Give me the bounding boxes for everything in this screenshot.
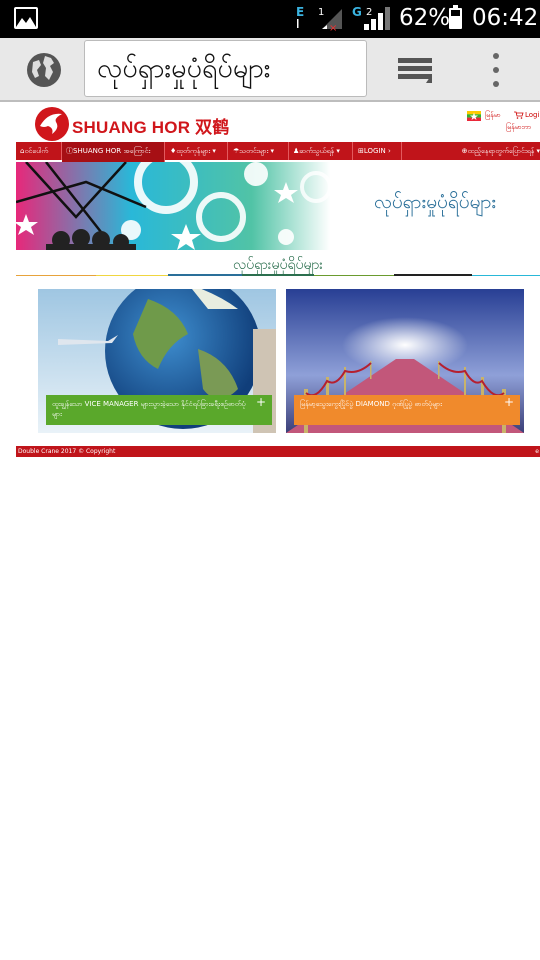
nav-label: ဝင်ပေါက် xyxy=(24,147,49,155)
logo-text: SHUANG HOR 双鹤 xyxy=(72,118,230,137)
login-link[interactable]: Login xyxy=(525,111,540,119)
svg-text:×: × xyxy=(329,23,337,33)
footer-link[interactable]: e xyxy=(535,446,539,457)
url-text: လုပ်ရှားမှုပုံရိပ်များ xyxy=(97,53,271,84)
cart-icon[interactable] xyxy=(514,111,524,119)
chevron-right-icon: › xyxy=(388,147,391,155)
signal-sim2-icon: G 2 xyxy=(352,5,390,30)
nav-label: LOGIN xyxy=(363,147,386,155)
nav-item-news[interactable]: ☂သတင်းများ ▾ xyxy=(229,142,289,160)
site-logo[interactable]: SHUANG HOR 双鹤 xyxy=(34,106,234,144)
web-page: SHUANG HOR 双鹤 မြန်မာ Login မြန်မာဘာ ⌂ဝင်… xyxy=(16,104,540,464)
sim1-label: 1 xyxy=(318,7,324,18)
nav-label: ဆက်သွယ်ရန် xyxy=(299,147,335,155)
globe-icon[interactable] xyxy=(24,50,64,90)
gallery-card-travel[interactable]: ထူးချွန်သော VICE MANAGER များသွားခဲ့သော … xyxy=(38,289,276,433)
chevron-down-icon: ▾ xyxy=(270,147,275,155)
section-divider xyxy=(16,274,540,276)
card-caption-text: မြန်မာ့သွေးကွေးပြိုင်ပွဲ DIAMOND ဂုဏ်ပြု… xyxy=(300,400,442,408)
battery-icon xyxy=(449,5,462,29)
nav-location[interactable]: ⊕ထည့်နေရာတွက်ပြောင်းရန် ▾ xyxy=(462,142,540,160)
banner-title: လုပ်ရှားမှုပုံရိပ်များ xyxy=(374,191,497,213)
myanmar-flag-icon[interactable] xyxy=(467,111,481,121)
signal-sim1-icon: E 1 × xyxy=(296,5,342,33)
page-footer: Double Crane 2017 © Copyright e xyxy=(16,446,540,457)
expand-plus-icon[interactable]: + xyxy=(504,396,514,408)
copyright-text: Double Crane 2017 © Copyright xyxy=(18,448,116,455)
nav-item-products[interactable]: ♦ထုတ်ကုန်များ ▾ xyxy=(166,142,228,160)
gallery-notification-icon xyxy=(14,7,38,29)
language-link[interactable]: မြန်မာ xyxy=(485,111,501,121)
chevron-down-icon: ▾ xyxy=(212,147,216,155)
browser-toolbar: လုပ်ရှားမှုပုံရိပ်များ xyxy=(0,38,540,102)
nav-item-home[interactable]: ⌂ဝင်ပေါက် xyxy=(16,142,62,160)
network-type-label: E xyxy=(296,5,304,19)
page-banner: လုပ်ရှားမှုပုံရိပ်များ xyxy=(16,162,540,250)
tabs-icon[interactable] xyxy=(396,52,436,88)
status-bar: E 1 × G 2 62% 06:42 xyxy=(0,0,540,38)
section-title: လုပ်ရှားမှုပုံရိပ်များ xyxy=(233,257,323,273)
nav-item-login[interactable]: ⊞LOGIN › xyxy=(354,142,402,160)
url-bar[interactable]: လုပ်ရှားမှုပုံရိပ်များ xyxy=(84,40,367,97)
overflow-menu-icon[interactable] xyxy=(486,51,506,89)
card-caption-text: ထူးချွန်သော VICE MANAGER များသွားခဲ့သော … xyxy=(52,400,246,418)
info-icon: ⓘ xyxy=(66,147,73,155)
gallery-card-diamond[interactable]: မြန်မာ့သွေးကွေးပြိုင်ပွဲ DIAMOND ဂုဏ်ပြု… xyxy=(286,289,524,433)
expand-plus-icon[interactable]: + xyxy=(256,396,266,408)
nav-label: SHUANG HOR အကြောင်း xyxy=(73,147,151,155)
crane-logo-icon xyxy=(35,107,69,141)
main-nav: ⌂ဝင်ပေါက် ⓘSHUANG HOR အကြောင်း ▾ ♦ထုတ်ကု… xyxy=(16,142,540,170)
nav-label: သတင်းများ xyxy=(239,147,269,155)
nav-right-label: ထည့်နေရာတွက်ပြောင်းရန် xyxy=(467,147,535,155)
sim2-label: 2 xyxy=(366,7,372,18)
battery-percent: 62% xyxy=(399,5,451,31)
nav-item-contact[interactable]: ♟ဆက်သွယ်ရန် ▾ xyxy=(289,142,353,160)
network-type-label-2: G xyxy=(352,5,362,19)
card-caption: မြန်မာ့သွေးကွေးပြိုင်ပွဲ DIAMOND ဂုဏ်ပြု… xyxy=(294,395,520,425)
nav-label: ထုတ်ကုန်များ xyxy=(176,147,211,155)
clock: 06:42 xyxy=(472,5,539,31)
chevron-down-icon: ▾ xyxy=(336,147,340,155)
card-caption: ထူးချွန်သော VICE MANAGER များသွားခဲ့သော … xyxy=(46,395,272,425)
chevron-down-icon: ▾ xyxy=(536,147,540,155)
language-sub-link[interactable]: မြန်မာဘာ xyxy=(506,123,531,133)
